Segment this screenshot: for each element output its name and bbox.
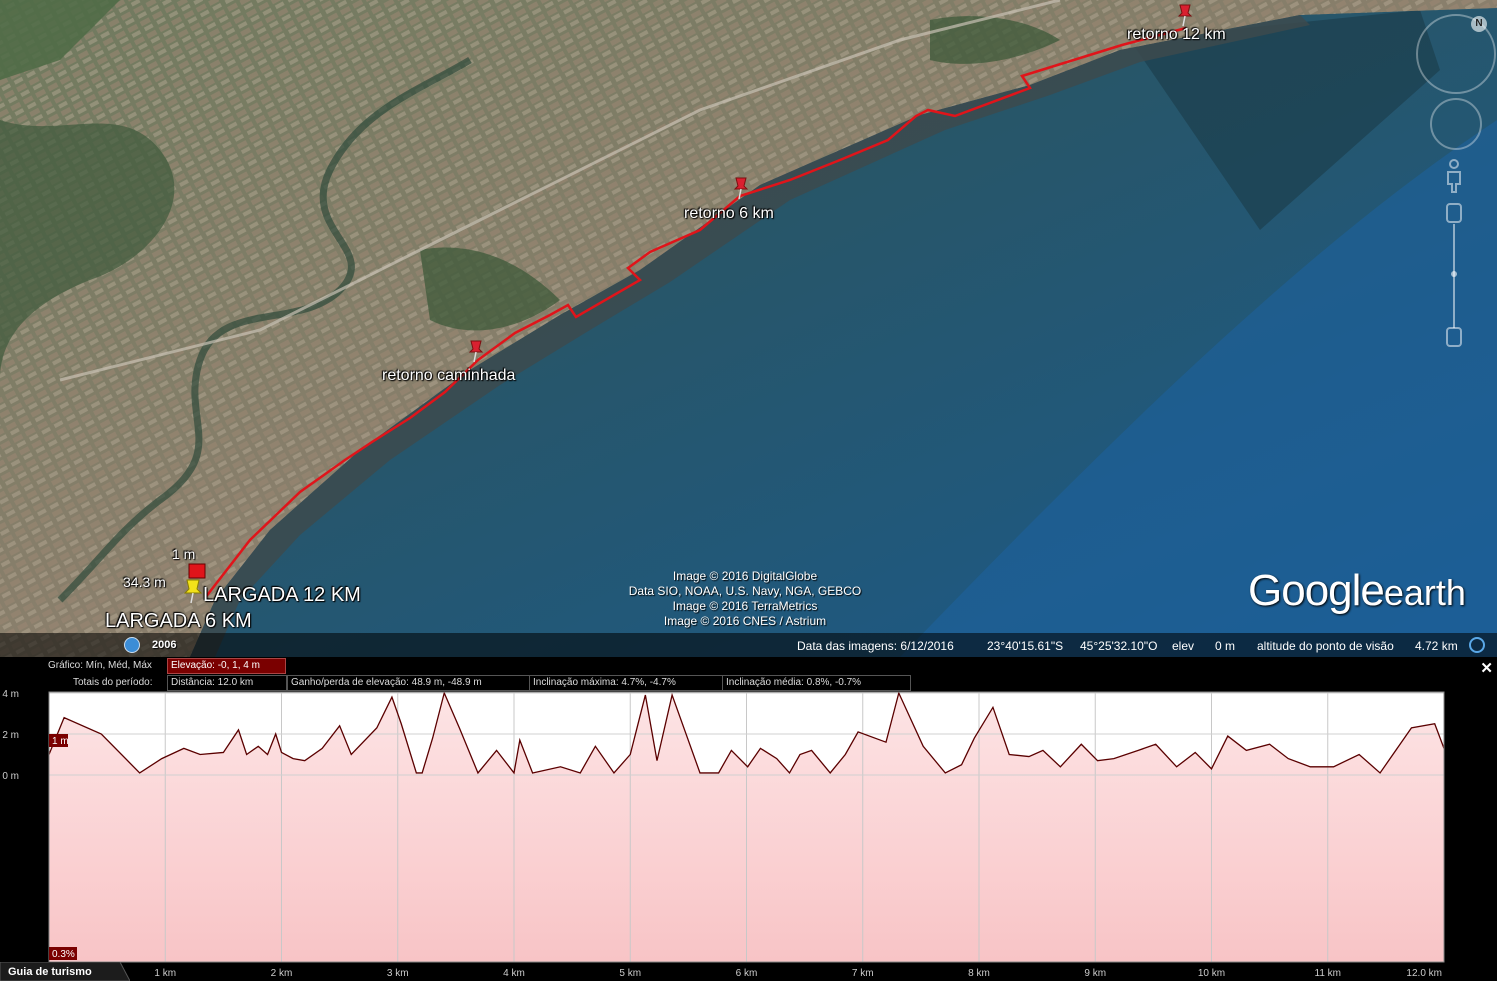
yellow-pushpin-icon[interactable] xyxy=(182,578,204,604)
x-tick-label: 9 km xyxy=(1084,968,1106,979)
x-tick-label: 8 km xyxy=(968,968,990,979)
satellite-imagery xyxy=(0,0,1497,657)
historical-imagery-clock-icon[interactable] xyxy=(124,637,140,653)
x-tick-label: 3 km xyxy=(387,968,409,979)
pushpin-icon[interactable] xyxy=(467,339,485,363)
credit-line: Image © 2016 DigitalGlobe xyxy=(672,569,818,583)
logo-google: Google xyxy=(1248,566,1385,615)
placemark-label-retorno-12km[interactable]: retorno 12 km xyxy=(1127,26,1226,44)
elevation-profile-panel: ✕ Gráfico: Mín, Méd, Máx Elevação: -0, 1… xyxy=(0,657,1497,981)
logo-earth: earth xyxy=(1383,572,1466,613)
credit-line: Image © 2016 TerraMetrics xyxy=(672,599,818,613)
placemark-label-largada-12km[interactable]: LARGADA 12 KM xyxy=(203,584,361,607)
x-tick-label: 12.0 km xyxy=(1406,968,1442,979)
cursor-slope-tag: 0.3% xyxy=(52,949,75,960)
google-earth-logo: Googleearth xyxy=(1248,566,1466,616)
x-tick-label: 7 km xyxy=(852,968,874,979)
placemark-label-largada-6km[interactable]: LARGADA 6 KM xyxy=(105,610,252,633)
eye-alt-label: altitude do ponto de visão xyxy=(1257,639,1394,653)
tour-guide-label: Guia de turismo xyxy=(8,966,92,978)
street-view-person-icon[interactable] xyxy=(1444,158,1464,194)
x-tick-label: 6 km xyxy=(736,968,758,979)
latitude: 23°40'15.61"S xyxy=(987,639,1064,653)
placemark-label-retorno-caminhada[interactable]: retorno caminhada xyxy=(382,367,515,385)
pushpin-icon[interactable] xyxy=(1176,3,1194,27)
elev-value: 0 m xyxy=(1215,639,1236,653)
cursor-alt-label: 34.3 m xyxy=(123,574,166,590)
move-control[interactable] xyxy=(1430,98,1482,150)
longitude: 45°25'32.10"O xyxy=(1080,639,1158,653)
historical-year: 2006 xyxy=(152,639,177,651)
placemark-label-retorno-6km[interactable]: retorno 6 km xyxy=(684,205,774,223)
elev-label: elev xyxy=(1172,639,1195,653)
cursor-elev-label: 1 m xyxy=(172,546,196,562)
credit-line: Image © 2016 CNES / Astrium xyxy=(663,614,827,628)
x-tick-label: 10 km xyxy=(1198,968,1225,979)
x-tick-label: 2 km xyxy=(271,968,293,979)
elevation-chart[interactable]: 1 km 2 km 3 km 4 km 5 km 6 km 7 km 8 km 9 km 10 k… xyxy=(0,657,1497,981)
streaming-status-icon xyxy=(1469,637,1485,653)
credit-line: Data SIO, NOAA, U.S. Navy, NGA, GEBCO xyxy=(628,584,862,598)
map-view[interactable]: retorno 12 km retorno 6 km retorno camin… xyxy=(0,0,1497,657)
eye-alt-value: 4.72 km xyxy=(1415,639,1458,653)
x-tick-label: 11 km xyxy=(1315,968,1342,979)
y-tick-label: 0 m xyxy=(2,771,19,782)
status-bar: Data das imagens: 6/12/2016 23°40'15.61"… xyxy=(0,633,1497,657)
imagery-date: Data das imagens: 6/12/2016 xyxy=(797,639,954,653)
tour-guide-tab[interactable]: Guia de turismo xyxy=(0,962,130,981)
y-tick-label: 4 m xyxy=(2,689,19,700)
cursor-elev-tag: 1 m xyxy=(52,736,69,747)
north-button[interactable]: N xyxy=(1471,16,1487,32)
zoom-slider[interactable] xyxy=(1443,202,1465,348)
x-tick-label: 5 km xyxy=(619,968,641,979)
pushpin-icon[interactable] xyxy=(732,176,750,200)
x-tick-label: 1 km xyxy=(154,968,176,979)
y-tick-label: 2 m xyxy=(2,730,19,741)
x-tick-label: 4 km xyxy=(503,968,525,979)
imagery-credits: Image © 2016 DigitalGlobe Data SIO, NOAA… xyxy=(600,569,890,629)
